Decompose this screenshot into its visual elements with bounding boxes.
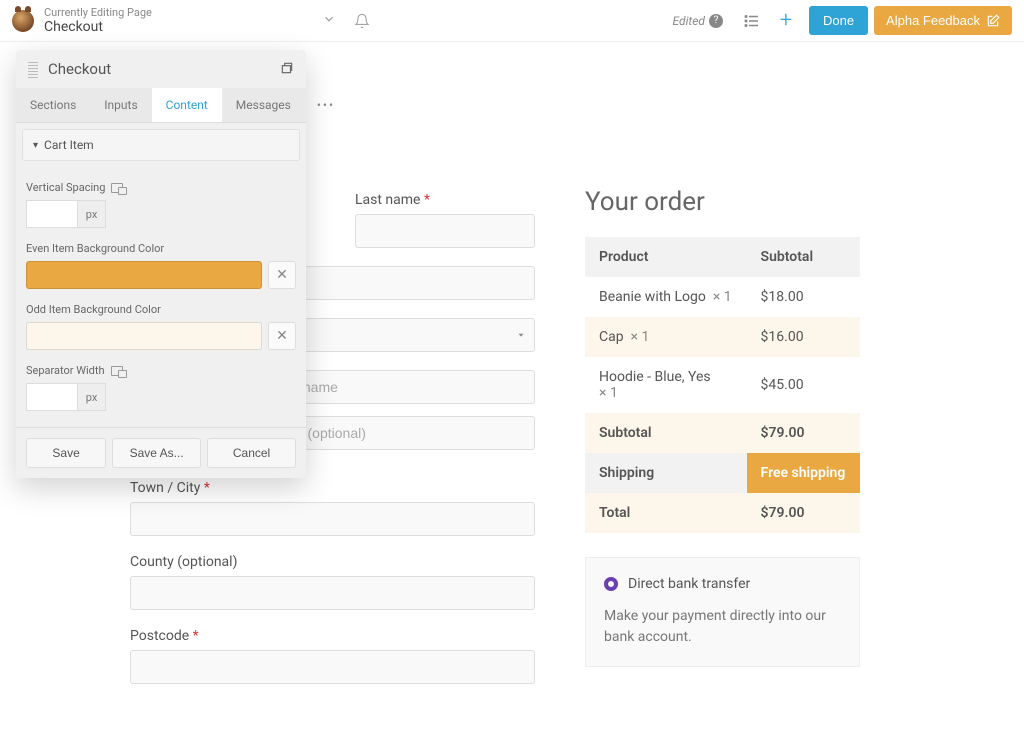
save-button[interactable]: Save [26,438,106,468]
order-table: Product Subtotal Beanie with Logo × 1 $1… [585,237,860,533]
order-row: Cap × 1 $16.00 [585,317,860,357]
order-subtotal-row: Subtotal $79.00 [585,413,860,453]
list-icon[interactable] [739,8,765,34]
app-logo-icon [12,10,34,32]
unit-label: px [78,200,106,228]
responsive-icon[interactable] [111,366,123,376]
tab-content[interactable]: Content [152,88,222,122]
tab-messages[interactable]: Messages [222,88,305,122]
feedback-button[interactable]: Alpha Feedback [874,6,1012,35]
th-subtotal: Subtotal [747,237,860,277]
responsive-icon[interactable] [111,183,123,193]
panel-tabs: Sections Inputs Content Messages ••• [16,88,306,123]
more-tabs-icon[interactable]: ••• [305,88,347,122]
separator-width-label: Separator Width [26,364,296,377]
payment-box: Direct bank transfer Make your payment d… [585,557,860,667]
odd-bg-color-swatch[interactable] [26,322,262,350]
window-restore-icon[interactable] [280,61,294,78]
done-button[interactable]: Done [809,6,868,35]
clear-odd-bg-button[interactable]: ✕ [268,322,296,350]
order-title: Your order [585,187,860,217]
tab-sections[interactable]: Sections [16,88,90,122]
vertical-spacing-input[interactable] [26,200,78,228]
page-name: Checkout [44,19,152,36]
editing-label: Currently Editing Page [44,6,152,19]
settings-panel: Checkout Sections Inputs Content Message… [16,50,306,478]
separator-color-label: Separator Color [26,425,296,427]
radio-selected-icon [604,577,618,591]
th-product: Product [585,237,747,277]
county-input[interactable] [130,576,535,610]
chevron-down-icon[interactable] [322,12,336,30]
even-bg-label: Even Item Background Color [26,242,296,255]
save-as-button[interactable]: Save As... [112,438,201,468]
vertical-spacing-label: Vertical Spacing [26,181,296,194]
bell-icon[interactable] [354,13,370,29]
even-bg-color-swatch[interactable] [26,261,262,289]
county-label: County (optional) [130,554,535,570]
drag-handle-icon[interactable] [28,60,38,78]
help-icon[interactable]: ? [709,14,723,28]
order-row: Hoodie - Blue, Yes× 1 $45.00 [585,357,860,413]
separator-width-input[interactable] [26,383,78,411]
clear-even-bg-button[interactable]: ✕ [268,261,296,289]
odd-bg-label: Odd Item Background Color [26,303,296,316]
payment-description: Make your payment directly into our bank… [604,606,841,648]
chevron-down-icon: ▾ [33,140,38,151]
section-header[interactable]: ▾ Cart Item [22,129,300,161]
top-bar: Currently Editing Page Checkout Edited ?… [0,0,1024,42]
page-meta[interactable]: Currently Editing Page Checkout [44,6,152,36]
cancel-button[interactable]: Cancel [207,438,296,468]
add-icon[interactable]: + [773,8,799,34]
order-shipping-row: Shipping Free shipping [585,453,860,493]
town-label: Town / City * [130,480,535,496]
tab-inputs[interactable]: Inputs [90,88,151,122]
postcode-label: Postcode * [130,628,535,644]
panel-title: Checkout [48,60,280,78]
last-name-label: Last name * [355,192,535,208]
payment-method-radio[interactable]: Direct bank transfer [604,576,841,592]
last-name-input[interactable] [355,214,535,248]
town-input[interactable] [130,502,535,536]
unit-label: px [78,383,106,411]
edited-indicator: Edited ? [673,14,723,28]
order-row: Beanie with Logo × 1 $18.00 [585,277,860,317]
postcode-input[interactable] [130,650,535,684]
order-total-row: Total $79.00 [585,493,860,533]
